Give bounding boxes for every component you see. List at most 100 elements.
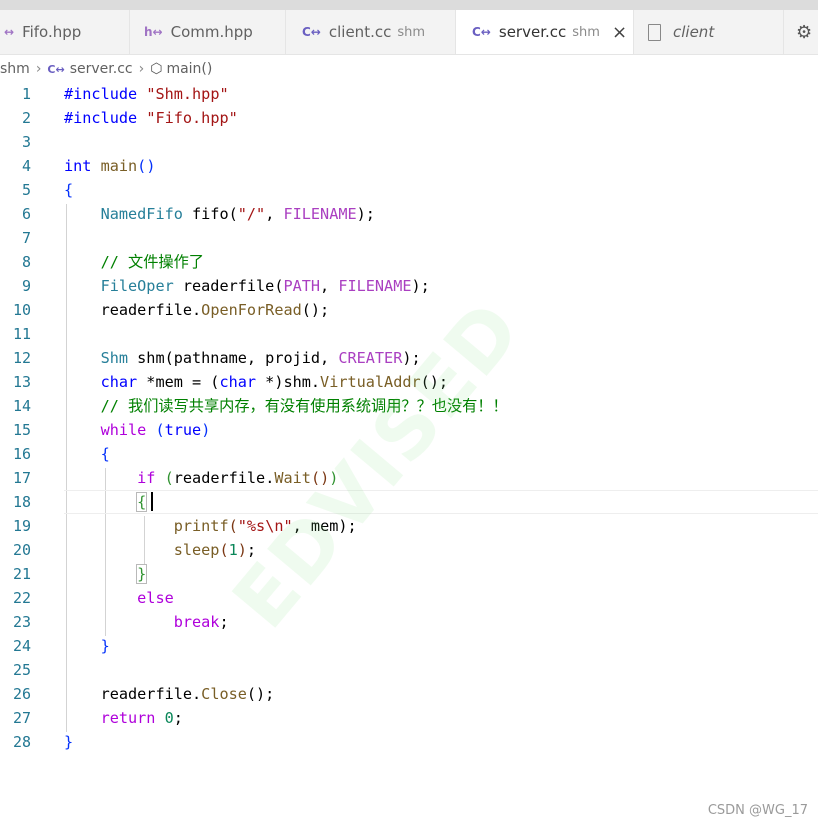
tab-comm-hpp[interactable]: h↔ Comm.hpp [130, 10, 286, 54]
code-text: sleep(1); [173, 541, 257, 559]
code-line: 6 NamedFifo fifo("/", FILENAME); [0, 202, 818, 226]
line-number: 19 [12, 517, 31, 535]
tab-label: client.cc [328, 23, 392, 41]
code-line: 11 [0, 322, 818, 346]
code-text: if (readerfile.Wait()) [137, 469, 339, 487]
code-text: FileOper readerfile(PATH, FILENAME); [100, 277, 430, 295]
code-text: // 我们读写共享内存，有没有使用系统调用？？也没有！！ [100, 397, 508, 415]
code-line: 9 FileOper readerfile(PATH, FILENAME); [0, 274, 818, 298]
line-number: 24 [12, 637, 31, 655]
code-line: 23 break; [0, 610, 818, 634]
code-line: 17 if (readerfile.Wait()) [0, 466, 818, 490]
code-line: 21 } [0, 562, 818, 586]
code-text: // 文件操作了 [100, 253, 204, 271]
line-number: 6 [21, 205, 31, 223]
code-line: 10 readerfile.OpenForRead(); [0, 298, 818, 322]
line-number: 8 [21, 253, 31, 271]
line-number: 15 [12, 421, 31, 439]
breadcrumb-folder[interactable]: shm [0, 61, 30, 77]
line-number: 17 [12, 469, 31, 487]
code-text: } [64, 733, 74, 751]
close-icon[interactable]: × [612, 22, 627, 43]
chevron-right-icon: › [35, 61, 42, 77]
tab-description: shm [397, 24, 426, 40]
code-text: return 0; [100, 709, 183, 727]
code-text: else [137, 589, 174, 607]
line-number: 18 [12, 493, 31, 511]
hpp-file-icon: ↔ [4, 25, 15, 39]
code-line: 2 #include "Fifo.hpp" [0, 106, 818, 130]
code-text: int main() [64, 157, 156, 175]
code-text: } [100, 637, 110, 655]
line-number: 10 [12, 301, 31, 319]
line-number: 16 [12, 445, 31, 463]
code-text: } [136, 564, 148, 584]
line-number: 27 [12, 709, 31, 727]
settings-icon[interactable]: ⚙ [796, 22, 812, 43]
code-text: Shm shm(pathname, projid, CREATER); [100, 349, 421, 367]
code-line: 22 else [0, 586, 818, 610]
tab-fifo-hpp[interactable]: ↔ Fifo.hpp [0, 10, 130, 54]
line-number: 23 [12, 613, 31, 631]
code-text: { [64, 181, 74, 199]
line-number: 25 [12, 661, 31, 679]
line-number: 13 [12, 373, 31, 391]
source-credit: CSDN @WG_17 [707, 803, 808, 818]
code-line: 19 printf("%s\n", mem); [0, 514, 818, 538]
chevron-right-icon: › [138, 61, 145, 77]
code-line: 26 readerfile.Close(); [0, 682, 818, 706]
line-number: 5 [21, 181, 31, 199]
cpp-file-icon: C↔ [302, 25, 321, 39]
code-line: 5 { [0, 178, 818, 202]
code-line: 12 Shm shm(pathname, projid, CREATER); [0, 346, 818, 370]
line-number: 1 [21, 85, 31, 103]
code-line: 1 #include "Shm.hpp" [0, 82, 818, 106]
cpp-file-icon: C↔ [472, 25, 491, 39]
code-text: break; [173, 613, 229, 631]
line-number: 9 [21, 277, 31, 295]
line-number: 14 [12, 397, 31, 415]
tab-client[interactable]: client [634, 10, 784, 54]
code-text: #include "Fifo.hpp" [64, 109, 238, 127]
breadcrumb-file[interactable]: server.cc [70, 61, 133, 77]
line-number: 3 [21, 133, 31, 151]
code-text: printf("%s\n", mem); [173, 517, 357, 535]
code-line: 7 [0, 226, 818, 250]
breadcrumb-symbol[interactable]: main() [166, 61, 212, 77]
code-line: 4 int main() [0, 154, 818, 178]
code-line: 13 char *mem = (char *)shm.VirtualAddr()… [0, 370, 818, 394]
code-line: 27 return 0; [0, 706, 818, 730]
line-number: 21 [12, 565, 31, 583]
line-number: 11 [12, 325, 31, 343]
code-line: 16 { [0, 442, 818, 466]
file-icon [648, 23, 661, 41]
tab-server-cc[interactable]: C↔ server.cc shm × [456, 10, 634, 54]
tab-description: shm [572, 24, 600, 40]
code-line: 14 // 我们读写共享内存，有没有使用系统调用？？也没有！！ [0, 394, 818, 418]
tab-client-cc[interactable]: C↔ client.cc shm [286, 10, 456, 54]
line-number: 26 [12, 685, 31, 703]
tab-label: Comm.hpp [170, 23, 253, 41]
code-text: NamedFifo fifo("/", FILENAME); [100, 205, 375, 223]
code-text: { [100, 445, 110, 463]
code-line: 24 } [0, 634, 818, 658]
code-text: char *mem = (char *)shm.VirtualAddr(); [100, 373, 449, 391]
line-number: 4 [21, 157, 31, 175]
tab-bar: ↔ Fifo.hpp h↔ Comm.hpp C↔ client.cc shm … [0, 0, 818, 55]
text-cursor [151, 492, 153, 511]
code-line: 25 [0, 658, 818, 682]
code-line-current: 18 { [0, 490, 818, 514]
tab-label: client [673, 23, 715, 41]
code-text: { [136, 492, 148, 512]
cpp-file-icon: C↔ [47, 62, 65, 76]
symbol-method-icon: ⬡ [150, 61, 163, 77]
code-line: 15 while (true) [0, 418, 818, 442]
line-number: 2 [21, 109, 31, 127]
line-number: 12 [12, 349, 31, 367]
title-strip [0, 0, 818, 10]
code-text: while (true) [100, 421, 211, 439]
line-number: 22 [12, 589, 31, 607]
current-line-highlight [64, 490, 818, 514]
code-line: 28 } [0, 730, 818, 754]
code-text: readerfile.Close(); [100, 685, 275, 703]
